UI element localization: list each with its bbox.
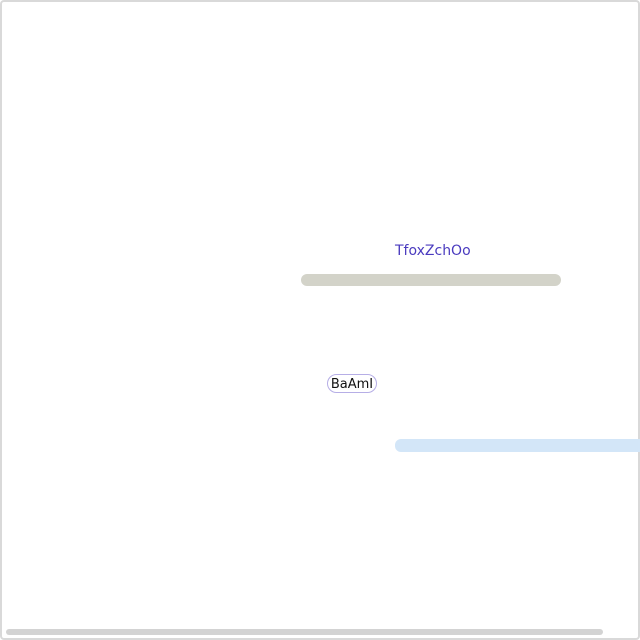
horizontal-scrollbar[interactable]: [6, 629, 603, 635]
title-link[interactable]: TfoxZchOo: [395, 241, 471, 261]
blue-slider-track[interactable]: [395, 439, 640, 452]
chip-button[interactable]: BaAmI: [327, 374, 377, 393]
gray-slider-track[interactable]: [301, 274, 561, 286]
page-frame: [0, 0, 640, 640]
